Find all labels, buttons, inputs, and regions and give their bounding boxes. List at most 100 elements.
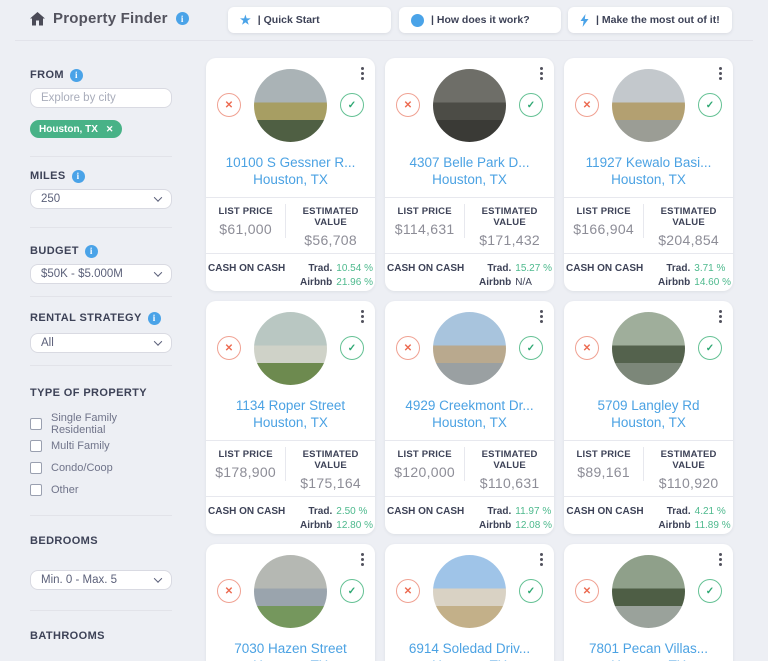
property-photo[interactable] <box>433 555 506 628</box>
property-photo[interactable] <box>433 312 506 385</box>
info-icon[interactable]: i <box>70 69 83 82</box>
rental-strategy-select[interactable]: All <box>30 333 172 353</box>
accept-property-button[interactable]: ✓ <box>340 336 364 360</box>
card-menu-icon[interactable] <box>359 551 366 568</box>
question-icon: ? <box>411 14 424 27</box>
address-city-link[interactable]: Houston, TX <box>385 171 554 188</box>
address-city-link[interactable]: Houston, TX <box>385 414 554 431</box>
accept-property-button[interactable]: ✓ <box>340 93 364 117</box>
reject-property-button[interactable]: ✕ <box>396 93 420 117</box>
check-icon: ✓ <box>706 586 714 597</box>
make-the-most-button[interactable]: | Make the most out of it! <box>568 7 732 33</box>
star-icon: ★ <box>240 14 251 26</box>
checkbox-icon[interactable] <box>30 440 42 452</box>
reject-property-button[interactable]: ✕ <box>396 579 420 603</box>
checkbox-icon[interactable] <box>30 418 42 430</box>
address-city-link[interactable]: Houston, TX <box>564 657 733 661</box>
estimated-value-label: ESTIMATED VALUE <box>465 206 554 228</box>
airbnb-value: 12.80 % <box>336 519 373 533</box>
address-city-link[interactable]: Houston, TX <box>206 171 375 188</box>
airbnb-value: N/A <box>515 276 532 290</box>
accept-property-button[interactable]: ✓ <box>519 93 543 117</box>
reject-property-button[interactable]: ✕ <box>575 336 599 360</box>
address-city-link[interactable]: Houston, TX <box>564 414 733 431</box>
quick-start-button[interactable]: ★ | Quick Start <box>228 7 391 33</box>
info-icon[interactable]: i <box>148 312 161 325</box>
check-icon: ✓ <box>527 586 535 597</box>
list-price-label: LIST PRICE <box>385 206 464 217</box>
address-city-link[interactable]: Houston, TX <box>564 171 733 188</box>
property-photo[interactable] <box>612 312 685 385</box>
cash-on-cash-section: CASH ON CASH Trad. 3.71 % Airbnb 14.60 % <box>564 262 733 290</box>
reject-property-button[interactable]: ✕ <box>575 579 599 603</box>
city-search-input[interactable] <box>30 88 172 108</box>
checkbox-condo-coop[interactable]: Condo/Coop <box>30 460 172 475</box>
card-menu-icon[interactable] <box>359 65 366 82</box>
property-address: 6914 Soledad Driv... Houston, TX <box>385 640 554 661</box>
property-photo[interactable] <box>254 69 327 142</box>
reject-property-button[interactable]: ✕ <box>217 579 241 603</box>
address-street-link[interactable]: 4929 Creekmont Dr... <box>385 397 554 414</box>
bedrooms-select[interactable]: Min. 0 - Max. 5 <box>30 570 172 590</box>
card-divider <box>206 253 375 254</box>
city-tag[interactable]: Houston, TX ✕ <box>30 120 122 138</box>
address-city-link[interactable]: Houston, TX <box>206 414 375 431</box>
property-photo[interactable] <box>254 555 327 628</box>
property-photo[interactable] <box>433 69 506 142</box>
card-menu-icon[interactable] <box>717 65 724 82</box>
card-menu-icon[interactable] <box>359 308 366 325</box>
how-does-it-work-button[interactable]: ? | How does it work? <box>399 7 561 33</box>
address-street-link[interactable]: 6914 Soledad Driv... <box>385 640 554 657</box>
miles-select[interactable]: 250 <box>30 189 172 209</box>
address-street-link[interactable]: 5709 Langley Rd <box>564 397 733 414</box>
accept-property-button[interactable]: ✓ <box>340 579 364 603</box>
budget-select[interactable]: $50K - $5.000M <box>30 264 172 284</box>
card-menu-icon[interactable] <box>538 308 545 325</box>
address-city-link[interactable]: Houston, TX <box>385 657 554 661</box>
address-street-link[interactable]: 4307 Belle Park D... <box>385 154 554 171</box>
address-street-link[interactable]: 7030 Hazen Street <box>206 640 375 657</box>
accept-property-button[interactable]: ✓ <box>698 336 722 360</box>
checkbox-single-family[interactable]: Single Family Residential <box>30 416 172 431</box>
info-icon[interactable]: i <box>176 12 189 25</box>
accept-property-button[interactable]: ✓ <box>519 336 543 360</box>
info-icon[interactable]: i <box>72 170 85 183</box>
accept-property-button[interactable]: ✓ <box>698 93 722 117</box>
property-card: ✕ ✓ 7801 Pecan Villas... Houston, TX LIS… <box>564 544 733 661</box>
property-photo[interactable] <box>612 69 685 142</box>
check-icon: ✓ <box>348 343 356 354</box>
cash-on-cash-label: CASH ON CASH <box>208 262 285 290</box>
address-street-link[interactable]: 7801 Pecan Villas... <box>564 640 733 657</box>
address-street-link[interactable]: 11927 Kewalo Basi... <box>564 154 733 171</box>
checkbox-other[interactable]: Other <box>30 482 172 497</box>
airbnb-value: 14.60 % <box>694 276 731 290</box>
address-city-link[interactable]: Houston, TX <box>206 657 375 661</box>
property-photo[interactable] <box>612 555 685 628</box>
reject-property-button[interactable]: ✕ <box>217 336 241 360</box>
card-menu-icon[interactable] <box>717 308 724 325</box>
trad-label: Trad. <box>471 505 511 519</box>
check-icon: ✓ <box>527 343 535 354</box>
home-icon[interactable] <box>30 12 45 26</box>
check-icon: ✓ <box>706 343 714 354</box>
checkbox-icon[interactable] <box>30 484 42 496</box>
remove-tag-icon[interactable]: ✕ <box>106 124 114 135</box>
reject-property-button[interactable]: ✕ <box>217 93 241 117</box>
checkbox-icon[interactable] <box>30 462 42 474</box>
card-menu-icon[interactable] <box>717 551 724 568</box>
card-menu-icon[interactable] <box>538 551 545 568</box>
reject-property-button[interactable]: ✕ <box>575 93 599 117</box>
photo-row: ✕ ✓ <box>206 65 375 145</box>
trad-label: Trad. <box>292 262 332 276</box>
card-menu-icon[interactable] <box>538 65 545 82</box>
sidebar-divider <box>30 227 172 228</box>
address-street-link[interactable]: 1134 Roper Street <box>206 397 375 414</box>
address-street-link[interactable]: 10100 S Gessner R... <box>206 154 375 171</box>
info-icon[interactable]: i <box>85 245 98 258</box>
accept-property-button[interactable]: ✓ <box>698 579 722 603</box>
accept-property-button[interactable]: ✓ <box>519 579 543 603</box>
property-photo[interactable] <box>254 312 327 385</box>
reject-property-button[interactable]: ✕ <box>396 336 420 360</box>
chevron-down-icon <box>154 193 162 201</box>
checkbox-multi-family[interactable]: Multi Family <box>30 438 172 453</box>
